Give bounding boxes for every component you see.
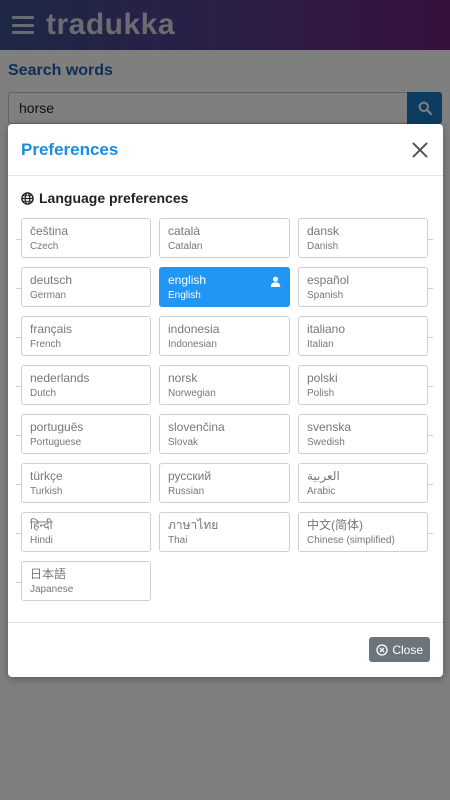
- section-title-label: Language preferences: [39, 190, 189, 206]
- language-option[interactable]: русский Russian: [159, 463, 290, 503]
- modal-body: Language preferences čeština Czech català C…: [8, 176, 443, 623]
- language-english-name: Japanese: [30, 584, 74, 595]
- language-english-name: Norwegian: [168, 388, 216, 399]
- language-native-name: norsk: [168, 371, 198, 385]
- language-option[interactable]: norsk Norwegian: [159, 365, 290, 405]
- language-grid: čeština Czech català Catalan dansk Danish deut…: [16, 218, 433, 601]
- language-option[interactable]: français French: [16, 316, 151, 356]
- language-option[interactable]: 日本語 Japanese: [16, 561, 151, 601]
- language-native-name: svenska: [307, 420, 352, 434]
- language-native-name: português: [30, 420, 84, 434]
- language-option[interactable]: português Portuguese: [16, 414, 151, 454]
- language-native-name: हिन्दी: [30, 518, 53, 532]
- language-option[interactable]: nederlands Dutch: [16, 365, 151, 405]
- language-english-name: Swedish: [307, 437, 345, 448]
- language-english-name: Chinese (simplified): [307, 535, 395, 546]
- language-option[interactable]: español Spanish: [298, 267, 433, 307]
- language-native-name: slovenčina: [168, 420, 225, 434]
- language-option[interactable]: türkçe Turkish: [16, 463, 151, 503]
- language-native-name: english: [168, 273, 207, 287]
- language-english-name: German: [30, 290, 67, 301]
- language-option[interactable]: العربية Arabic: [298, 463, 433, 503]
- modal-header: Preferences: [8, 124, 443, 176]
- language-english-name: French: [30, 339, 62, 350]
- language-native-name: ภาษาไทย: [168, 518, 219, 532]
- language-english-name: Turkish: [30, 486, 63, 497]
- language-option[interactable]: català Catalan: [159, 218, 290, 258]
- language-native-name: deutsch: [30, 273, 73, 287]
- language-option[interactable]: indonesia Indonesian: [159, 316, 290, 356]
- language-option[interactable]: हिन्दी Hindi: [16, 512, 151, 552]
- language-english-name: Slovak: [168, 437, 199, 448]
- language-option[interactable]: italiano Italian: [298, 316, 433, 356]
- language-option[interactable]: deutsch German: [16, 267, 151, 307]
- modal-title: Preferences: [21, 139, 119, 159]
- language-option[interactable]: english English: [159, 267, 290, 307]
- language-option[interactable]: čeština Czech: [16, 218, 151, 258]
- close-circle-icon: [376, 643, 388, 656]
- language-option[interactable]: slovenčina Slovak: [159, 414, 290, 454]
- language-option[interactable]: svenska Swedish: [298, 414, 433, 454]
- language-native-name: čeština: [30, 224, 69, 238]
- language-native-name: русский: [168, 469, 212, 483]
- language-english-name: Dutch: [30, 388, 57, 399]
- language-english-name: English: [168, 290, 201, 301]
- language-native-name: italiano: [307, 322, 346, 336]
- language-english-name: Danish: [307, 241, 339, 252]
- language-english-name: Hindi: [30, 535, 53, 546]
- language-option[interactable]: dansk Danish: [298, 218, 433, 258]
- language-option[interactable]: polski Polish: [298, 365, 433, 405]
- language-english-name: Italian: [307, 339, 334, 350]
- language-english-name: Portuguese: [30, 437, 82, 448]
- language-english-name: Catalan: [168, 241, 203, 252]
- language-english-name: Arabic: [307, 486, 336, 497]
- language-native-name: 日本語: [30, 567, 67, 581]
- language-native-name: français: [30, 322, 73, 336]
- language-native-name: nederlands: [30, 371, 90, 385]
- language-native-name: türkçe: [30, 469, 63, 483]
- language-english-name: Spanish: [307, 290, 344, 301]
- close-icon[interactable]: [410, 140, 430, 160]
- close-button-label: Close: [392, 642, 423, 657]
- language-english-name: Russian: [168, 486, 205, 497]
- language-option[interactable]: ภาษาไทย Thai: [159, 512, 290, 552]
- language-english-name: Czech: [30, 241, 59, 252]
- language-native-name: polski: [307, 371, 338, 385]
- preferences-modal: Preferences Language preferences čeština…: [8, 124, 443, 677]
- language-english-name: Indonesian: [168, 339, 217, 350]
- language-english-name: Thai: [168, 535, 188, 546]
- language-native-name: dansk: [307, 224, 340, 238]
- globe-icon: [21, 191, 34, 205]
- language-native-name: català: [168, 224, 201, 238]
- modal-footer: Close: [8, 623, 443, 676]
- language-native-name: español: [307, 273, 350, 287]
- section-title: Language preferences: [21, 190, 430, 206]
- user-icon: [270, 274, 281, 292]
- language-english-name: Polish: [307, 388, 335, 399]
- language-native-name: indonesia: [168, 322, 220, 336]
- close-button[interactable]: Close: [369, 637, 430, 662]
- language-native-name: 中文(简体): [307, 518, 363, 532]
- language-native-name: العربية: [307, 469, 340, 483]
- language-option[interactable]: 中文(简体) Chinese (simplified): [298, 512, 433, 552]
